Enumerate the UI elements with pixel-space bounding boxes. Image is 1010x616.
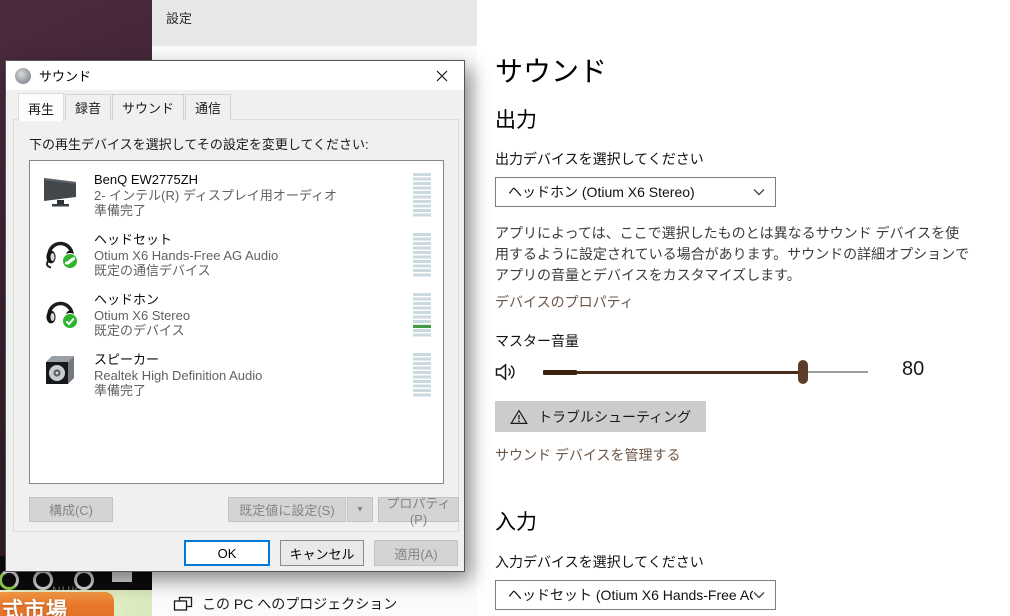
sound-dialog: サウンド 再生 録音 サウンド 通信 下の再生デバイスを選択してその設定を変更し… xyxy=(5,60,465,572)
device-row-headphones[interactable]: ヘッドホン Otium X6 Stereo 既定のデバイス xyxy=(30,289,443,349)
settings-main-pane: サウンド 出力 出力デバイスを選択してください ヘッドホン (Otium X6 … xyxy=(477,0,1010,616)
input-device-dropdown[interactable]: ヘッドセット (Otium X6 Hands-Free AG... xyxy=(495,580,776,610)
device-detail: 2- インテル(R) ディスプレイ用オーディオ xyxy=(94,188,338,203)
tab-playback[interactable]: 再生 xyxy=(18,93,65,121)
device-status: 既定のデバイス xyxy=(94,323,185,338)
device-status: 準備完了 xyxy=(94,203,147,218)
level-meter xyxy=(413,293,431,338)
level-meter xyxy=(413,173,431,218)
master-volume-slider[interactable] xyxy=(543,358,868,386)
dialog-titlebar[interactable]: サウンド xyxy=(6,61,464,90)
tab-sounds[interactable]: サウンド xyxy=(112,94,185,120)
set-default-dropdown-arrow[interactable]: ▾ xyxy=(347,497,373,522)
device-detail: Otium X6 Hands-Free AG Audio xyxy=(94,248,279,263)
device-row-benq[interactable]: BenQ EW2775ZH 2- インテル(R) ディスプレイ用オーディオ 準備… xyxy=(30,169,443,229)
playback-instruction: 下の再生デバイスを選択してその設定を変更してください: xyxy=(29,137,369,152)
phone-icon xyxy=(64,257,76,265)
apply-button[interactable]: 適用(A) xyxy=(374,540,458,566)
output-device-label: 出力デバイスを選択してください xyxy=(495,151,704,167)
device-name: ヘッドホン xyxy=(94,292,160,307)
device-row-speakers[interactable]: スピーカー Realtek High Definition Audio 準備完了 xyxy=(30,349,443,409)
input-section-heading: 入力 xyxy=(495,511,537,534)
input-device-value: ヘッドセット (Otium X6 Hands-Free AG... xyxy=(508,587,753,603)
default-communication-badge xyxy=(62,253,78,269)
level-meter xyxy=(413,353,431,398)
chevron-down-icon xyxy=(753,189,765,196)
device-properties-link[interactable]: デバイスのプロパティ xyxy=(495,292,634,312)
tab-communications[interactable]: 通信 xyxy=(185,94,232,120)
output-device-dropdown[interactable]: ヘッドホン (Otium X6 Stereo) xyxy=(495,177,776,207)
dialog-title: サウンド xyxy=(39,69,92,84)
speaker-volume-icon xyxy=(495,363,515,381)
playback-device-list[interactable]: BenQ EW2775ZH 2- インテル(R) ディスプレイ用オーディオ 準備… xyxy=(29,160,444,484)
device-name: ヘッドセット xyxy=(94,232,173,247)
close-button[interactable] xyxy=(419,61,464,90)
device-status: 準備完了 xyxy=(94,383,147,398)
properties-button[interactable]: プロパティ(P) xyxy=(378,496,459,527)
volume-slider-fill xyxy=(543,370,803,374)
settings-titlebar: 設定 xyxy=(152,0,477,46)
slider-left-segment xyxy=(543,369,577,375)
playback-tab-page: 下の再生デバイスを選択してその設定を変更してください: BenQ EW2775Z… xyxy=(13,119,459,532)
device-name: スピーカー xyxy=(94,352,160,367)
input-device-label: 入力デバイスを選択してください xyxy=(495,554,704,570)
device-detail: Realtek High Definition Audio xyxy=(94,368,263,383)
monitor-icon xyxy=(44,178,76,207)
ok-button[interactable]: OK xyxy=(184,540,270,566)
device-status: 既定の通信デバイス xyxy=(94,263,211,278)
page-title: サウンド xyxy=(495,56,608,87)
warning-icon xyxy=(510,408,528,424)
sidebar-item-projecting-to-pc[interactable]: この PC へのプロジェクション xyxy=(152,592,477,616)
device-row-headset[interactable]: ヘッドセット Otium X6 Hands-Free AG Audio 既定の通… xyxy=(30,229,443,289)
dialog-tab-strip: 再生 録音 サウンド 通信 xyxy=(18,93,232,121)
check-icon xyxy=(65,317,75,326)
master-volume-row: 80 xyxy=(495,358,995,388)
output-description-text: アプリによっては、ここで選択したものとは異なるサウンド デバイスを使用するように… xyxy=(495,225,970,283)
settings-window-title: 設定 xyxy=(166,11,193,26)
device-name: BenQ EW2775ZH xyxy=(94,172,199,187)
webpage-circle-icon xyxy=(33,570,53,590)
device-detail: Otium X6 Stereo xyxy=(94,308,191,323)
set-default-button[interactable]: 既定値に設定(S) xyxy=(228,497,346,522)
level-meter xyxy=(413,233,431,278)
projection-icon xyxy=(173,596,193,611)
configure-button[interactable]: 構成(C) xyxy=(29,497,113,522)
output-device-value: ヘッドホン (Otium X6 Stereo) xyxy=(508,184,695,200)
cancel-button[interactable]: キャンセル xyxy=(280,540,364,566)
output-section-heading: 出力 xyxy=(495,109,537,132)
speaker-icon xyxy=(46,356,74,384)
troubleshoot-button-label: トラブルシューティング xyxy=(538,408,692,425)
troubleshoot-button[interactable]: トラブルシューティング xyxy=(495,401,707,432)
default-device-badge xyxy=(62,313,78,329)
sidebar-item-label: この PC へのプロジェクション xyxy=(202,596,398,612)
chevron-down-icon xyxy=(753,592,765,599)
level-meter-active-segment xyxy=(413,324,431,328)
manage-sound-devices-link[interactable]: サウンド デバイスを管理する xyxy=(495,445,680,465)
close-icon xyxy=(436,70,447,81)
tab-recording[interactable]: 録音 xyxy=(65,94,112,120)
webpage-headline-badge: 式市場 xyxy=(0,592,114,616)
webpage-headline-text: 式市場 xyxy=(2,599,68,616)
master-volume-label: マスター音量 xyxy=(495,333,579,349)
volume-slider-thumb[interactable] xyxy=(798,360,808,384)
sound-dialog-icon xyxy=(15,67,31,84)
master-volume-value: 80 xyxy=(902,358,925,380)
webpage-circle-icon xyxy=(0,570,19,590)
